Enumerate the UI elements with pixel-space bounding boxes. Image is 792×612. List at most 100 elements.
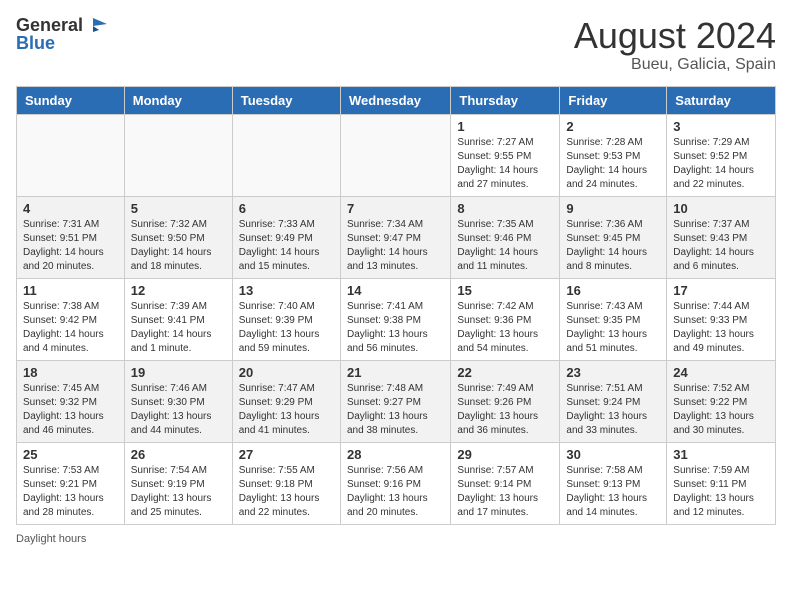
calendar-cell	[340, 114, 450, 196]
calendar-cell: 19 Sunrise: 7:46 AM Sunset: 9:30 PM Dayli…	[124, 360, 232, 442]
day-info: Sunrise: 7:58 AM Sunset: 9:13 PM Dayligh…	[566, 464, 660, 520]
day-info: Sunrise: 7:34 AM Sunset: 9:47 PM Dayligh…	[347, 218, 444, 274]
calendar-cell: 20Sunrise: 7:47 AM Sunset: 9:29 PM Dayli…	[232, 360, 340, 442]
calendar-cell: 5 Sunrise: 7:32 AM Sunset: 9:50 PM Daylig…	[124, 196, 232, 278]
day-info: Sunrise: 7:41 AM Sunset: 9:38 PM Dayligh…	[347, 300, 444, 356]
day-info: Sunrise: 7:35 AM Sunset: 9:46 PM Dayligh…	[457, 218, 553, 274]
column-header-monday: Monday	[124, 86, 232, 114]
day-info: Sunrise: 7:28 AM Sunset: 9:53 PM Dayligh…	[566, 136, 660, 192]
day-number: 26	[131, 447, 226, 462]
logo-bird-icon	[85, 16, 107, 34]
day-number: 10	[673, 201, 769, 216]
day-number: 9	[566, 201, 660, 216]
day-info: Sunrise: 7:45 AM Sunset: 9:32 PM Dayligh…	[23, 382, 118, 438]
calendar-cell: 12 Sunrise: 7:39 AM Sunset: 9:41 PM Dayli…	[124, 278, 232, 360]
logo: General Blue	[16, 16, 107, 52]
day-number: 12	[131, 283, 226, 298]
day-info: Sunrise: 7:31 AM Sunset: 9:51 PM Dayligh…	[23, 218, 118, 274]
day-number: 25	[23, 447, 118, 462]
calendar-cell	[17, 114, 125, 196]
day-info: Sunrise: 7:43 AM Sunset: 9:35 PM Dayligh…	[566, 300, 660, 356]
day-info: Sunrise: 7:42 AM Sunset: 9:36 PM Dayligh…	[457, 300, 553, 356]
calendar-cell: 17Sunrise: 7:44 AM Sunset: 9:33 PM Dayli…	[667, 278, 776, 360]
column-header-thursday: Thursday	[451, 86, 560, 114]
day-info: Sunrise: 7:51 AM Sunset: 9:24 PM Dayligh…	[566, 382, 660, 438]
calendar-cell: 18 Sunrise: 7:45 AM Sunset: 9:32 PM Dayli…	[17, 360, 125, 442]
calendar-cell: 3 Sunrise: 7:29 AM Sunset: 9:52 PM Daylig…	[667, 114, 776, 196]
day-number: 22	[457, 365, 553, 380]
day-info: Sunrise: 7:57 AM Sunset: 9:14 PM Dayligh…	[457, 464, 553, 520]
calendar-cell	[232, 114, 340, 196]
column-header-friday: Friday	[560, 86, 667, 114]
day-number: 5	[131, 201, 226, 216]
day-info: Sunrise: 7:46 AM Sunset: 9:30 PM Dayligh…	[131, 382, 226, 438]
day-info: Sunrise: 7:36 AM Sunset: 9:45 PM Dayligh…	[566, 218, 660, 274]
calendar-cell: 8 Sunrise: 7:35 AM Sunset: 9:46 PM Daylig…	[451, 196, 560, 278]
daylight-hours-label: Daylight hours	[16, 533, 86, 545]
calendar-week-row: 11Sunrise: 7:38 AM Sunset: 9:42 PM Dayli…	[17, 278, 776, 360]
title-block: August 2024 Bueu, Galicia, Spain	[574, 16, 776, 74]
calendar-cell: 10 Sunrise: 7:37 AM Sunset: 9:43 PM Dayli…	[667, 196, 776, 278]
calendar-cell: 21Sunrise: 7:48 AM Sunset: 9:27 PM Dayli…	[340, 360, 450, 442]
day-number: 27	[239, 447, 334, 462]
day-info: Sunrise: 7:49 AM Sunset: 9:26 PM Dayligh…	[457, 382, 553, 438]
day-number: 21	[347, 365, 444, 380]
calendar-cell: 22 Sunrise: 7:49 AM Sunset: 9:26 PM Dayli…	[451, 360, 560, 442]
day-info: Sunrise: 7:40 AM Sunset: 9:39 PM Dayligh…	[239, 300, 334, 356]
day-info: Sunrise: 7:52 AM Sunset: 9:22 PM Dayligh…	[673, 382, 769, 438]
logo-blue: Blue	[16, 34, 107, 52]
calendar-cell: 31 Sunrise: 7:59 AM Sunset: 9:11 PM Dayli…	[667, 442, 776, 524]
calendar-header-row: SundayMondayTuesdayWednesdayThursdayFrid…	[17, 86, 776, 114]
day-number: 23	[566, 365, 660, 380]
calendar-cell: 27 Sunrise: 7:55 AM Sunset: 9:18 PM Dayli…	[232, 442, 340, 524]
calendar-footer: Daylight hours	[16, 533, 776, 545]
calendar-week-row: 1Sunrise: 7:27 AM Sunset: 9:55 PM Daylig…	[17, 114, 776, 196]
calendar-cell: 4 Sunrise: 7:31 AM Sunset: 9:51 PM Daylig…	[17, 196, 125, 278]
day-info: Sunrise: 7:53 AM Sunset: 9:21 PM Dayligh…	[23, 464, 118, 520]
day-number: 3	[673, 119, 769, 134]
calendar-cell: 2 Sunrise: 7:28 AM Sunset: 9:53 PM Daylig…	[560, 114, 667, 196]
calendar-week-row: 25 Sunrise: 7:53 AM Sunset: 9:21 PM Dayli…	[17, 442, 776, 524]
day-number: 18	[23, 365, 118, 380]
day-info: Sunrise: 7:56 AM Sunset: 9:16 PM Dayligh…	[347, 464, 444, 520]
day-number: 29	[457, 447, 553, 462]
day-info: Sunrise: 7:55 AM Sunset: 9:18 PM Dayligh…	[239, 464, 334, 520]
calendar-week-row: 18 Sunrise: 7:45 AM Sunset: 9:32 PM Dayli…	[17, 360, 776, 442]
calendar-cell: 28 Sunrise: 7:56 AM Sunset: 9:16 PM Dayli…	[340, 442, 450, 524]
column-header-saturday: Saturday	[667, 86, 776, 114]
calendar-cell: 7Sunrise: 7:34 AM Sunset: 9:47 PM Daylig…	[340, 196, 450, 278]
day-number: 19	[131, 365, 226, 380]
day-number: 4	[23, 201, 118, 216]
day-info: Sunrise: 7:32 AM Sunset: 9:50 PM Dayligh…	[131, 218, 226, 274]
day-number: 11	[23, 283, 118, 298]
day-info: Sunrise: 7:39 AM Sunset: 9:41 PM Dayligh…	[131, 300, 226, 356]
day-number: 14	[347, 283, 444, 298]
calendar-cell: 25 Sunrise: 7:53 AM Sunset: 9:21 PM Dayli…	[17, 442, 125, 524]
day-info: Sunrise: 7:44 AM Sunset: 9:33 PM Dayligh…	[673, 300, 769, 356]
calendar-cell: 9 Sunrise: 7:36 AM Sunset: 9:45 PM Daylig…	[560, 196, 667, 278]
month-title: August 2024	[574, 16, 776, 56]
day-info: Sunrise: 7:47 AM Sunset: 9:29 PM Dayligh…	[239, 382, 334, 438]
day-number: 24	[673, 365, 769, 380]
day-number: 2	[566, 119, 660, 134]
calendar-cell: 30Sunrise: 7:58 AM Sunset: 9:13 PM Dayli…	[560, 442, 667, 524]
calendar-table: SundayMondayTuesdayWednesdayThursdayFrid…	[16, 86, 776, 525]
calendar-cell: 14 Sunrise: 7:41 AM Sunset: 9:38 PM Dayli…	[340, 278, 450, 360]
day-number: 1	[457, 119, 553, 134]
day-number: 28	[347, 447, 444, 462]
calendar-cell: 16 Sunrise: 7:43 AM Sunset: 9:35 PM Dayli…	[560, 278, 667, 360]
day-info: Sunrise: 7:54 AM Sunset: 9:19 PM Dayligh…	[131, 464, 226, 520]
page-header: General Blue August 2024 Bueu, Galicia, …	[16, 16, 776, 74]
day-info: Sunrise: 7:37 AM Sunset: 9:43 PM Dayligh…	[673, 218, 769, 274]
day-number: 8	[457, 201, 553, 216]
day-info: Sunrise: 7:29 AM Sunset: 9:52 PM Dayligh…	[673, 136, 769, 192]
day-number: 31	[673, 447, 769, 462]
day-info: Sunrise: 7:59 AM Sunset: 9:11 PM Dayligh…	[673, 464, 769, 520]
calendar-cell: 24 Sunrise: 7:52 AM Sunset: 9:22 PM Dayli…	[667, 360, 776, 442]
location-title: Bueu, Galicia, Spain	[574, 56, 776, 74]
calendar-cell: 6Sunrise: 7:33 AM Sunset: 9:49 PM Daylig…	[232, 196, 340, 278]
calendar-cell: 11Sunrise: 7:38 AM Sunset: 9:42 PM Dayli…	[17, 278, 125, 360]
calendar-cell: 15Sunrise: 7:42 AM Sunset: 9:36 PM Dayli…	[451, 278, 560, 360]
day-number: 16	[566, 283, 660, 298]
calendar-week-row: 4 Sunrise: 7:31 AM Sunset: 9:51 PM Daylig…	[17, 196, 776, 278]
